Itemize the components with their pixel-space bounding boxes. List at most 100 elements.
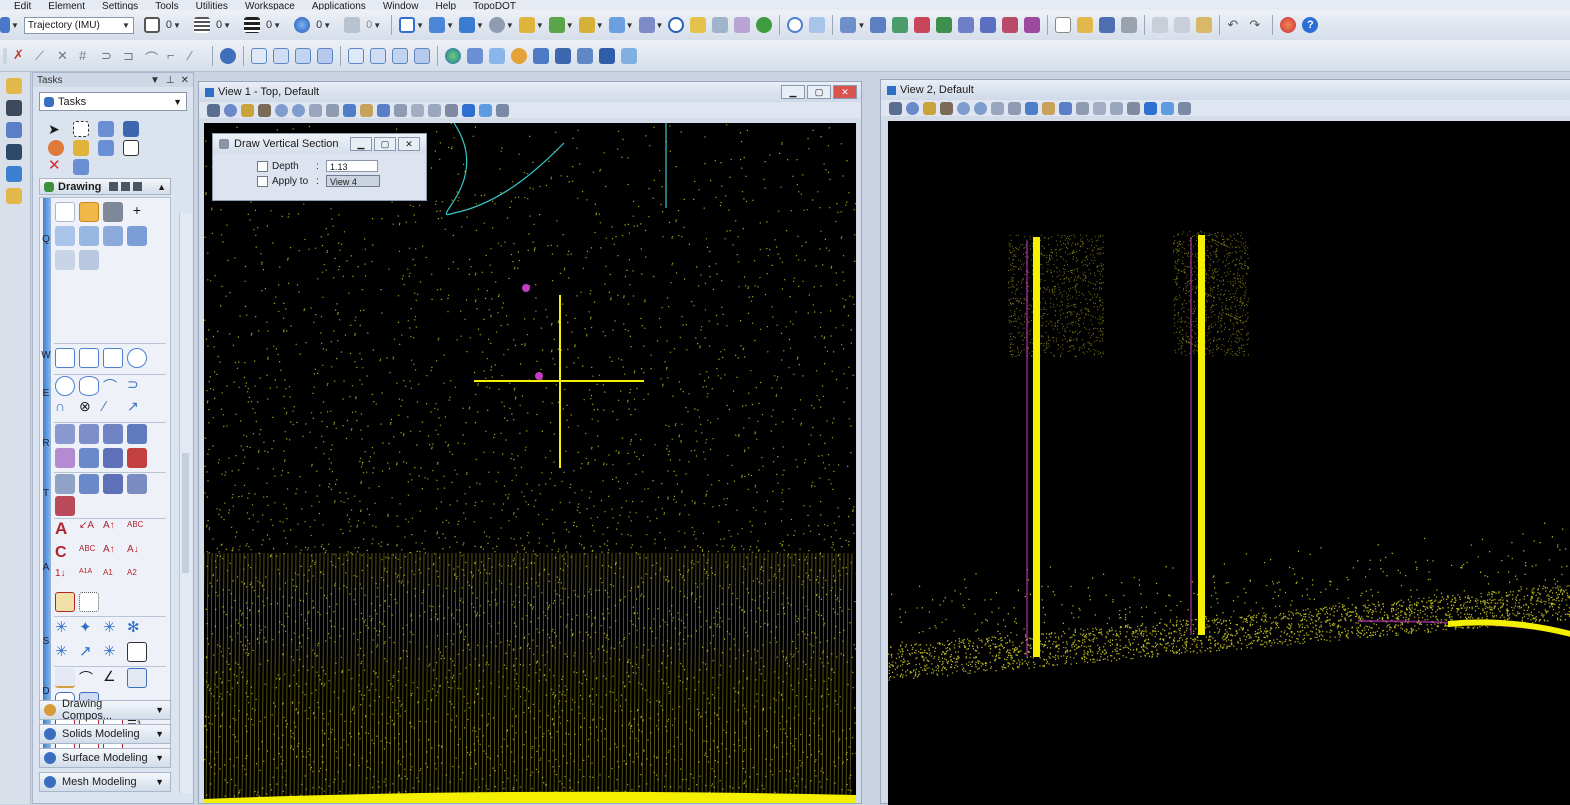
crosshatch-area-icon[interactable] (79, 424, 99, 444)
place-shape-icon[interactable] (79, 348, 99, 368)
topodot-tool-3-icon[interactable] (892, 17, 909, 33)
bentley-icon[interactable] (1280, 17, 1297, 33)
chevron-down-icon[interactable]: ▼ (173, 21, 181, 30)
print-icon[interactable] (1121, 17, 1138, 33)
stack-icon[interactable] (578, 17, 595, 33)
chamfer-icon[interactable]: ⌐ (167, 48, 183, 64)
partial-delete-icon[interactable]: ∕ (189, 48, 205, 64)
hatch-area-icon[interactable] (55, 424, 75, 444)
walk-icon[interactable] (496, 103, 509, 117)
place-ellipse-icon[interactable] (79, 376, 99, 396)
walk-icon[interactable] (1178, 101, 1191, 115)
view-back-icon[interactable] (370, 47, 386, 64)
element-selection-icon[interactable] (6, 78, 22, 94)
cloud-select-icon[interactable] (809, 17, 826, 33)
edit-text-icon[interactable]: A↑ (103, 520, 123, 540)
clip-mask-icon[interactable] (445, 103, 458, 117)
line-style-icon[interactable] (193, 17, 210, 33)
light-icon[interactable] (923, 101, 936, 115)
topodot-tool-7-icon[interactable] (980, 17, 997, 33)
view-1-canvas[interactable] (204, 123, 856, 803)
view-1-titlebar[interactable]: View 1 - Top, Default ▁ ▢ ✕ (199, 82, 861, 102)
fence-icon[interactable] (6, 100, 22, 116)
image-icon[interactable] (621, 47, 637, 64)
active-level-icon[interactable] (0, 17, 10, 33)
redo-icon[interactable]: ↷ (1249, 17, 1265, 33)
view-right-iso-icon[interactable] (414, 47, 430, 64)
chevron-down-icon[interactable]: ▼ (323, 21, 331, 30)
place-quarter-icon[interactable]: ⊗ (79, 398, 99, 418)
apply-to-select[interactable]: View 4 (326, 175, 380, 187)
zoom-in-icon[interactable] (957, 101, 970, 115)
place-arc-icon[interactable]: ⌒ (103, 376, 123, 396)
select-cell-icon[interactable]: ✳ (103, 618, 123, 638)
info-icon[interactable] (668, 17, 685, 33)
place-cell-icon[interactable]: ✳ (55, 618, 75, 638)
select-fence-icon[interactable] (73, 121, 89, 137)
place-note-icon[interactable]: ↙A (79, 520, 99, 540)
detail-view-icon[interactable] (133, 182, 143, 191)
saved-view-icon[interactable] (462, 103, 475, 117)
maximize-button[interactable]: ▢ (374, 137, 396, 151)
menu-utilities[interactable]: Utilities (196, 2, 228, 11)
save-view-icon[interactable] (599, 47, 615, 64)
color-icon[interactable] (48, 140, 64, 156)
chevron-down-icon[interactable]: ▼ (150, 75, 160, 86)
save-icon[interactable] (1099, 17, 1116, 33)
topodot-tool-5-icon[interactable] (936, 17, 953, 33)
hash-icon[interactable]: # (79, 48, 95, 64)
copy-view-icon[interactable] (411, 103, 424, 117)
identify-cell-icon[interactable]: ✻ (127, 618, 147, 638)
cell-icon[interactable] (6, 144, 22, 160)
scrollbar-thumb[interactable] (182, 453, 189, 573)
fit-view-icon[interactable] (1008, 101, 1021, 115)
place-spline-icon[interactable] (127, 226, 147, 246)
match-pattern-icon[interactable] (79, 448, 99, 468)
new-file-icon[interactable] (1055, 17, 1072, 33)
linear-pattern-icon[interactable] (127, 424, 147, 444)
pin-icon[interactable]: ⊥ (166, 75, 175, 86)
modify-pattern-icon[interactable] (103, 448, 123, 468)
view-previous-icon[interactable] (1059, 101, 1072, 115)
chevron-down-icon[interactable]: ▼ (857, 21, 865, 30)
delete-element-icon[interactable]: ✕ (48, 158, 64, 175)
place-multiline-icon[interactable] (55, 226, 75, 246)
place-curve-icon[interactable] (103, 226, 123, 246)
extend-icon[interactable]: ⊃ (101, 48, 117, 64)
line-tool-icon[interactable] (6, 166, 22, 182)
pan-view-icon[interactable] (1042, 101, 1055, 115)
view-iso-icon[interactable] (317, 47, 333, 64)
clip-volume-icon[interactable] (1110, 101, 1123, 115)
update-view-icon[interactable] (258, 103, 271, 117)
group-mesh-modeling[interactable]: Mesh Modeling ▼ (39, 772, 171, 792)
topodot-tool-8-icon[interactable] (1002, 17, 1019, 33)
topodot-tool-2-icon[interactable] (870, 17, 887, 33)
view-front-icon[interactable] (273, 47, 289, 64)
text-icon[interactable] (6, 122, 22, 138)
fit-view-icon[interactable] (326, 103, 339, 117)
view-top-icon[interactable] (251, 47, 267, 64)
camera-icon[interactable] (479, 103, 492, 117)
zoom-out-icon[interactable] (974, 101, 987, 115)
fill-text-icon[interactable]: 1↓ (55, 568, 75, 588)
render-icon[interactable] (756, 17, 773, 33)
place-regular-polygon-icon[interactable] (127, 348, 147, 368)
update-view-icon[interactable] (940, 101, 953, 115)
snap-keypoint-icon[interactable] (98, 121, 114, 137)
trim-icon[interactable]: ⊐ (123, 48, 139, 64)
place-half-ellipse-icon[interactable]: ∩ (55, 398, 75, 418)
group-drawing-composition[interactable]: Drawing Compos... ▼ (39, 698, 171, 722)
chevron-down-icon[interactable]: ▼ (626, 21, 634, 30)
move-icon[interactable] (123, 140, 139, 156)
level-display-icon[interactable] (143, 17, 160, 33)
chevron-down-icon[interactable]: ▼ (566, 21, 574, 30)
grid-view-icon[interactable] (109, 182, 119, 191)
place-point-icon[interactable] (55, 202, 75, 222)
display-style-icon[interactable] (906, 101, 919, 115)
display-style-icon[interactable] (224, 103, 237, 117)
text-table-icon[interactable] (79, 592, 99, 612)
raster-icon[interactable] (459, 17, 475, 33)
navigate-icon[interactable] (467, 47, 483, 64)
rotate-view-icon[interactable] (343, 103, 356, 117)
text-fields-icon[interactable]: A1A (79, 568, 99, 588)
